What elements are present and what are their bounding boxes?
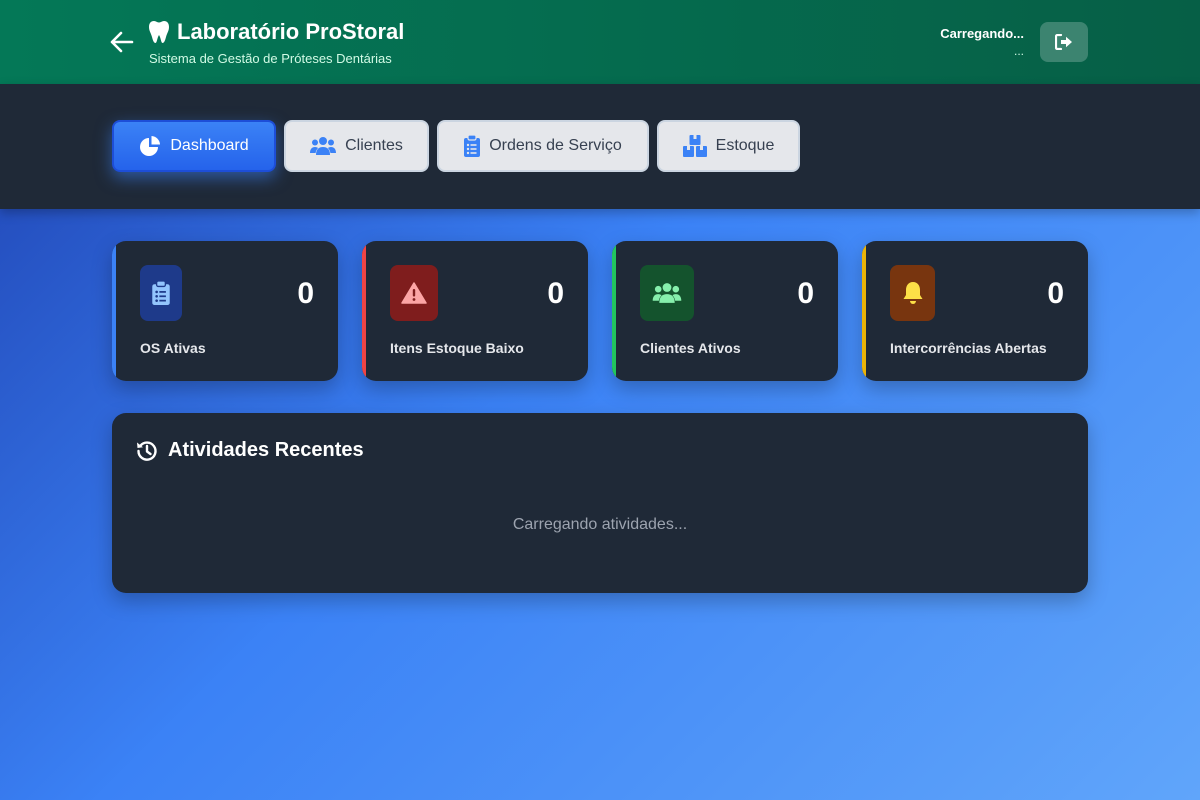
logout-button[interactable]	[1040, 22, 1088, 62]
recent-activities-title: Atividades Recentes	[136, 439, 364, 462]
tab-ordens-de-servico[interactable]: Ordens de Serviço	[437, 120, 649, 172]
back-button[interactable]	[108, 28, 136, 56]
clipboard-list-icon	[464, 135, 481, 157]
stat-value: 0	[297, 277, 314, 310]
activities-loading-text: Carregando atividades...	[512, 516, 688, 533]
warning-triangle-icon	[401, 282, 427, 304]
stat-card-os-ativas: 0 OS Ativas	[112, 241, 338, 381]
card-accent-stripe	[362, 241, 366, 381]
tooth-icon	[149, 21, 169, 43]
stat-card-estoque-baixo: 0 Itens Estoque Baixo	[362, 241, 588, 381]
stat-card-intercorrencias: 0 Intercorrências Abertas	[862, 241, 1088, 381]
stat-icon-box	[140, 265, 182, 321]
tab-dashboard-label: Dashboard	[170, 137, 249, 154]
tab-clientes[interactable]: Clientes	[284, 120, 429, 172]
stat-label: Intercorrências Abertas	[890, 340, 1047, 356]
user-name: Carregando...	[940, 26, 1024, 41]
main-nav: Dashboard Clientes Ordens de Serviço Est…	[0, 84, 1200, 209]
stat-label: Itens Estoque Baixo	[390, 340, 524, 356]
stat-value: 0	[547, 277, 564, 310]
bell-icon	[903, 282, 922, 304]
history-icon	[137, 440, 157, 461]
stat-icon-box	[640, 265, 694, 321]
user-role: ...	[1013, 44, 1024, 58]
stat-label: OS Ativas	[140, 340, 206, 356]
stat-icon-box	[890, 265, 935, 321]
app-title: Laboratório ProStoral	[149, 19, 404, 45]
arrow-left-icon	[110, 31, 134, 53]
tab-dashboard[interactable]: Dashboard	[112, 120, 276, 172]
users-icon	[652, 283, 682, 303]
stat-value: 0	[797, 277, 814, 310]
recent-activities-title-text: Atividades Recentes	[168, 439, 364, 461]
sign-out-icon	[1055, 34, 1072, 50]
tab-estoque-label: Estoque	[715, 137, 775, 154]
chart-pie-icon	[140, 136, 161, 156]
tab-ordens-label: Ordens de Serviço	[489, 137, 622, 154]
stat-card-clientes-ativos: 0 Clientes Ativos	[612, 241, 838, 381]
tab-clientes-label: Clientes	[345, 137, 403, 154]
stat-icon-box	[390, 265, 438, 321]
boxes-icon	[682, 135, 707, 157]
stat-value: 0	[1047, 277, 1064, 310]
clipboard-list-icon	[152, 281, 170, 305]
app-title-text: Laboratório ProStoral	[177, 19, 405, 44]
stat-label: Clientes Ativos	[640, 340, 741, 356]
users-icon	[310, 137, 337, 155]
card-accent-stripe	[112, 241, 116, 381]
recent-activities-panel: Atividades Recentes Carregando atividade…	[112, 413, 1088, 593]
card-accent-stripe	[612, 241, 616, 381]
card-accent-stripe	[862, 241, 866, 381]
app-header: Laboratório ProStoral Sistema de Gestão …	[0, 0, 1200, 84]
app-subtitle: Sistema de Gestão de Próteses Dentárias	[149, 51, 392, 66]
tab-estoque[interactable]: Estoque	[657, 120, 800, 172]
